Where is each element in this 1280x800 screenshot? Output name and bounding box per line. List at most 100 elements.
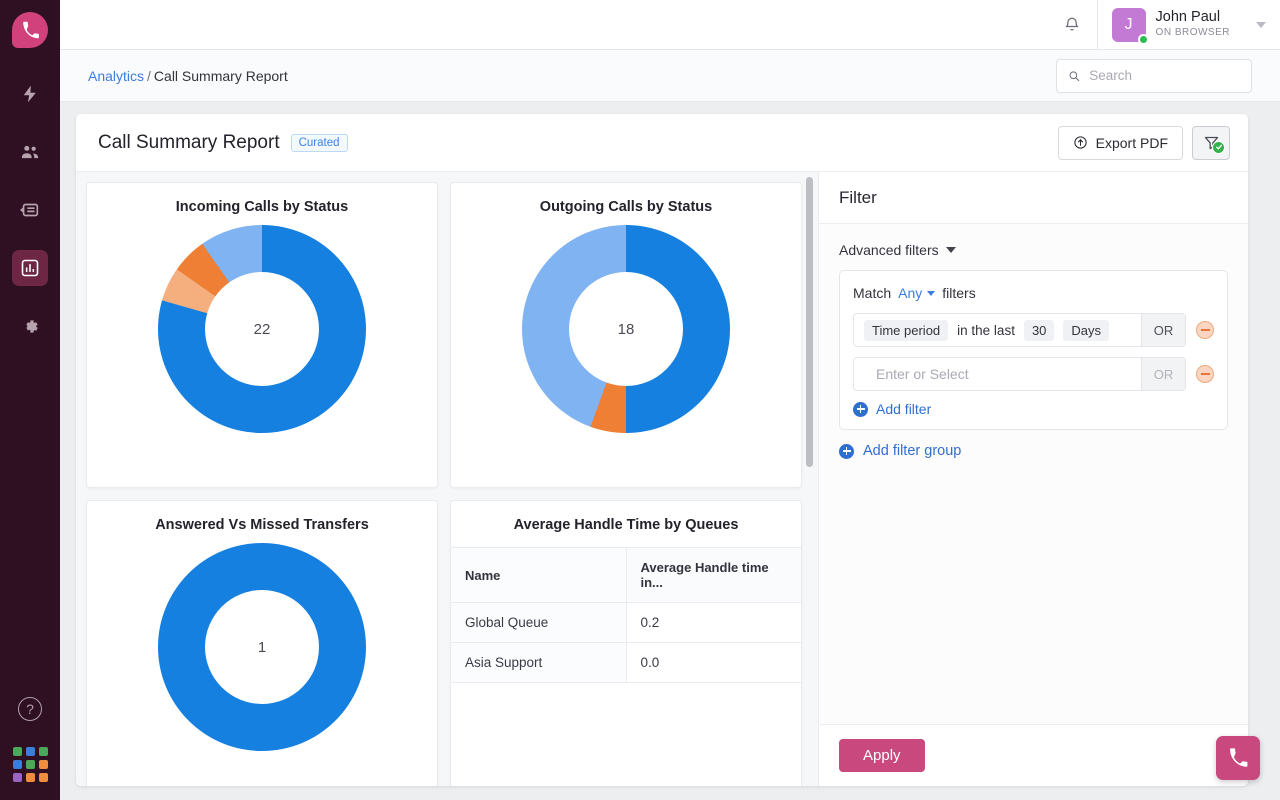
report-title-group: Call Summary Report Curated	[98, 132, 348, 154]
filter-panel-footer: Apply	[819, 724, 1248, 786]
match-suffix-label: filters	[942, 285, 976, 301]
filter-field-chip[interactable]: Time period	[864, 319, 949, 341]
filter-group: Match Any filters Time period in the las…	[839, 270, 1228, 430]
apply-button[interactable]: Apply	[839, 739, 925, 772]
add-filter-group-button[interactable]: Add filter group	[839, 443, 1228, 459]
donut-chart-outgoing: 18	[451, 225, 801, 433]
filter-conjunction-or[interactable]: OR	[1141, 358, 1185, 390]
table-header-row: Name Average Handle time in...	[451, 547, 801, 603]
app-grid-cell	[38, 773, 48, 782]
chevron-down-icon	[927, 290, 936, 296]
plus-icon	[839, 443, 854, 459]
cell-queue-name: Global Queue	[451, 602, 627, 643]
table-row[interactable]: Asia Support 0.0	[451, 642, 801, 683]
help-icon[interactable]: ?	[18, 697, 42, 721]
export-pdf-button[interactable]: Export PDF	[1057, 125, 1183, 160]
canvas-scrollbar[interactable]	[806, 177, 813, 467]
rail-bottom: ?	[0, 697, 60, 782]
phone-logo-icon[interactable]	[12, 12, 48, 48]
filter-condition-fields: Enter or Select	[854, 366, 1141, 382]
widget-grid: Incoming Calls by Status 22 Outgoing Cal…	[86, 182, 818, 786]
app-grid-cell	[12, 760, 22, 769]
column-header-average-handle-time: Average Handle time in...	[626, 547, 801, 603]
sidebar-item-settings[interactable]	[12, 308, 48, 344]
user-menu[interactable]: J John Paul ON BROWSER	[1111, 7, 1280, 45]
breadcrumb: Analytics / Call Summary Report	[88, 68, 288, 84]
sidebar-item-contacts[interactable]	[12, 134, 48, 170]
donut-chart-transfers: 1	[87, 543, 437, 751]
table-body: Global Queue 0.2 Asia Support 0.0	[451, 602, 801, 683]
call-fab-button[interactable]	[1216, 736, 1260, 780]
add-filter-button[interactable]: Add filter	[853, 401, 1214, 417]
app-grid-cell	[12, 773, 22, 782]
app-grid-cell	[25, 747, 35, 756]
table-row[interactable]: Global Queue 0.2	[451, 602, 801, 643]
rail-items	[0, 76, 60, 344]
widget-outgoing-calls: Outgoing Calls by Status 18	[450, 182, 802, 488]
widget-title: Incoming Calls by Status	[175, 199, 349, 215]
app-grid-cell	[38, 747, 48, 756]
chevron-down-icon	[945, 247, 956, 253]
phone-icon	[1230, 748, 1248, 767]
app-grid-icon[interactable]	[12, 747, 48, 782]
app-grid-cell	[38, 760, 48, 769]
left-nav-rail: ?	[0, 0, 60, 800]
donut-center-label: 18	[569, 272, 683, 386]
filter-select-placeholder[interactable]: Enter or Select	[864, 366, 969, 382]
user-name: John Paul	[1155, 9, 1221, 26]
donut-ring: 18	[522, 225, 730, 433]
user-status: ON BROWSER	[1155, 26, 1230, 38]
donut-ring: 1	[158, 543, 366, 751]
filter-conjunction-or[interactable]: OR	[1141, 314, 1185, 346]
plus-icon	[853, 401, 868, 417]
cell-handle-time: 0.2	[626, 602, 801, 643]
match-prefix-label: Match	[853, 285, 892, 301]
help-glyph: ?	[26, 701, 34, 717]
add-filter-group-label: Add filter group	[863, 443, 962, 459]
donut-center-label: 1	[205, 590, 319, 704]
sidebar-item-flash[interactable]	[12, 76, 48, 112]
filter-unit-select[interactable]: Days	[1063, 319, 1110, 341]
breadcrumb-separator: /	[147, 67, 151, 84]
report-header: Call Summary Report Curated Export PDF	[76, 114, 1248, 172]
breadcrumb-analytics[interactable]: Analytics	[88, 68, 144, 84]
top-bar: J John Paul ON BROWSER	[60, 0, 1280, 50]
widget-canvas: Incoming Calls by Status 22 Outgoing Cal…	[76, 172, 818, 786]
bell-icon[interactable]	[1053, 16, 1091, 34]
table-head: Name Average Handle time in...	[451, 547, 801, 603]
filter-condition-control[interactable]: Enter or Select OR	[853, 357, 1186, 391]
sidebar-item-analytics[interactable]	[12, 250, 48, 286]
advanced-filters-toggle[interactable]: Advanced filters	[839, 242, 1228, 258]
search-box[interactable]	[1056, 58, 1252, 93]
filter-amount-input[interactable]: 30	[1023, 319, 1055, 341]
app-grid-cell	[12, 747, 22, 756]
filter-toggle-button[interactable]	[1192, 125, 1230, 160]
match-any-select[interactable]: Any	[898, 285, 936, 301]
cell-queue-name: Asia Support	[451, 642, 627, 683]
sidebar-item-cards[interactable]	[12, 192, 48, 228]
app-root: ? J John Paul ON BROWSER Analytics / Cal…	[0, 0, 1280, 800]
upload-icon	[1073, 136, 1087, 149]
widget-title: Answered Vs Missed Transfers	[155, 517, 369, 533]
search-input[interactable]	[1089, 68, 1240, 83]
remove-filter-icon[interactable]	[1196, 321, 1214, 339]
filter-panel: Filter Advanced filters Match Any filter…	[818, 172, 1248, 786]
avatar-initial: J	[1124, 15, 1133, 33]
advanced-filters-label: Advanced filters	[839, 242, 939, 258]
donut-ring: 22	[158, 225, 366, 433]
chevron-down-icon[interactable]	[1256, 21, 1266, 28]
filter-condition-control[interactable]: Time period in the last 30 Days OR	[853, 313, 1186, 347]
widget-average-handle-time: Average Handle Time by Queues Name Avera…	[450, 500, 802, 786]
remove-filter-icon[interactable]	[1196, 365, 1214, 383]
presence-dot	[1137, 33, 1149, 45]
breadcrumb-current: Call Summary Report	[153, 67, 288, 84]
user-info: John Paul ON BROWSER	[1156, 9, 1230, 40]
search-icon	[1069, 70, 1080, 81]
column-header-name: Name	[451, 547, 627, 603]
cell-handle-time: 0.0	[626, 642, 801, 683]
export-pdf-label: Export PDF	[1095, 134, 1168, 151]
filter-condition-fields: Time period in the last 30 Days	[854, 319, 1141, 341]
filter-row: Enter or Select OR	[853, 357, 1214, 391]
widget-answered-vs-missed-transfers: Answered Vs Missed Transfers 1	[86, 500, 438, 786]
filter-panel-body: Advanced filters Match Any filters Time …	[819, 224, 1248, 724]
